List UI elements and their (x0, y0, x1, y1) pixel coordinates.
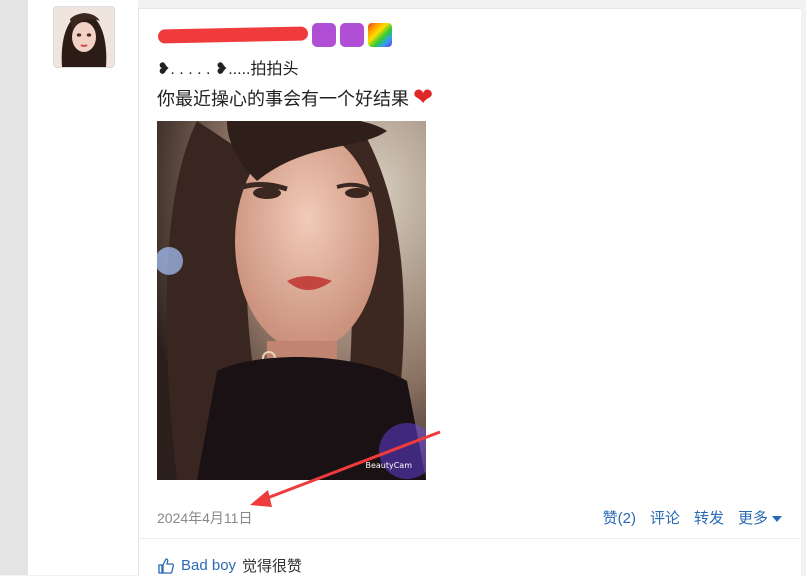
post-actions: 赞(2) 评论 转发 更多 (603, 507, 782, 528)
heart-emoji-icon: ❤ (413, 84, 434, 111)
comment-button[interactable]: 评论 (650, 507, 680, 528)
liker-name-link[interactable]: Bad boy (181, 557, 236, 574)
post-date: 2024年4月11日 (157, 510, 253, 526)
badge-emoji-icon (312, 23, 336, 47)
divider (138, 538, 800, 539)
post-photo[interactable]: BeautyCam (157, 121, 426, 480)
thumbs-up-icon (158, 557, 175, 574)
photo-watermark: BeautyCam (365, 461, 412, 470)
post-text: 你最近操心的事会有一个好结果 (157, 89, 409, 109)
avatar-column (28, 0, 138, 575)
more-label: 更多 (737, 510, 768, 527)
badge-emoji-icon (340, 23, 364, 47)
more-button[interactable]: 更多 (738, 507, 782, 528)
post-text-line-2: 你最近操心的事会有一个好结果 ❤ (157, 85, 433, 111)
post-text-line-1: ❥. . . . . ❥.....拍拍头 (157, 61, 299, 78)
author-name-row (157, 20, 392, 50)
left-panel (0, 0, 28, 575)
redacted-author-name (157, 26, 309, 44)
likes-text: 觉得很赞 (242, 558, 303, 575)
share-button[interactable]: 转发 (694, 507, 724, 528)
rainbow-emoji-icon (368, 23, 392, 47)
likes-row: Bad boy 觉得很赞 (157, 555, 302, 576)
avatar[interactable] (53, 6, 115, 68)
chevron-down-icon (772, 516, 782, 523)
like-button[interactable]: 赞(2) (603, 507, 636, 528)
